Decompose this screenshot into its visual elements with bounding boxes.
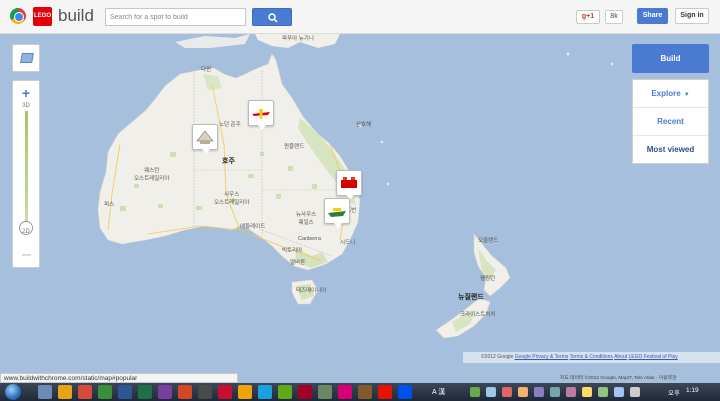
map-data-attribution[interactable]: 지도 데이터 ©2012 Google, MapIT, Tele Atlas -… (560, 374, 720, 383)
app-icon[interactable] (98, 385, 112, 399)
lego-brick-icon (341, 177, 357, 188)
tray-icon[interactable] (582, 387, 592, 397)
app-icon[interactable] (358, 385, 372, 399)
map-label-darwin: 다윈 (201, 67, 212, 73)
app-icon[interactable] (198, 385, 212, 399)
folder-icon[interactable] (58, 385, 72, 399)
about-link[interactable]: About (614, 354, 627, 360)
powerpoint-icon[interactable] (178, 385, 192, 399)
ime-indicator[interactable]: A 漢 (432, 387, 445, 397)
status-bar-url: www.buildwithchrome.com/static/map#popul… (0, 373, 238, 383)
tray-icon[interactable] (598, 387, 608, 397)
sign-in-button[interactable]: Sign in (675, 8, 709, 24)
tray-icon[interactable] (518, 387, 528, 397)
network-icon[interactable] (614, 387, 624, 397)
map-label-adelaide: 애들레이드 (240, 224, 266, 230)
map-label-nsw: 뉴사우스 웨일스 (296, 212, 317, 226)
map-label-melbourne: 멜버른 (290, 260, 306, 266)
windows-taskbar: A 漢 오후 1:19 (0, 383, 720, 401)
search-button[interactable] (252, 8, 292, 26)
app-icon[interactable] (378, 385, 392, 399)
build-marker[interactable] (248, 100, 274, 130)
caret-down-icon: ▼ (683, 92, 690, 98)
app-icon[interactable] (238, 385, 252, 399)
lego-plane-icon (252, 109, 270, 119)
app-icon[interactable] (338, 385, 352, 399)
build-marker[interactable] (192, 124, 218, 154)
explore-dropdown[interactable]: Explore ▼ (633, 80, 708, 108)
map-label-tasmania: 태즈메이니아 (296, 288, 327, 294)
copyright-text: ©2012 Google (481, 354, 514, 360)
explorer-icon[interactable] (38, 385, 52, 399)
explore-menu: Explore ▼ Recent Most viewed (632, 79, 709, 164)
clock-time[interactable]: 1:19 (686, 387, 699, 394)
app-icon[interactable] (318, 385, 332, 399)
map-label-wa: 웨스턴 오스트레일리아 (134, 168, 170, 182)
privacy-link[interactable]: Google Privacy & Terms (515, 354, 569, 360)
map-label-nt: 노던 준주 (219, 122, 241, 128)
chrome-logo-icon[interactable] (10, 8, 26, 24)
terms-link[interactable]: Terms & Conditions (570, 354, 613, 360)
map-label-sydney: 시드니 (340, 240, 356, 246)
app-icon[interactable] (298, 385, 312, 399)
app-icon[interactable] (158, 385, 172, 399)
map-label-canberra: Canberra (298, 236, 321, 242)
explore-label: Explore (651, 89, 681, 98)
cube-icon (20, 53, 34, 63)
map-label-coral-sea: 산호해 (356, 122, 372, 128)
app-icon[interactable] (258, 385, 272, 399)
map-label-nz: 뉴질랜드 (458, 294, 484, 301)
map-label-wellington: 웰링턴 (480, 276, 496, 282)
lego-logo[interactable]: LEGO (33, 7, 52, 26)
search-icon (268, 13, 278, 23)
top-bar: LEGO build g+1 8k Share Sign in (0, 0, 720, 34)
plus-one-count: 8k (605, 10, 623, 24)
zoom-label-3d: 3D (22, 103, 30, 109)
build-button[interactable]: Build (632, 44, 709, 73)
lego-building-icon (196, 130, 214, 144)
google-plus-one-button[interactable]: g+1 (576, 10, 600, 24)
map-label-victoria: 빅토리아 (282, 248, 303, 254)
build-marker[interactable] (336, 170, 362, 200)
brand-title[interactable]: build (58, 6, 94, 26)
map-label-sa: 사우스 오스트레일리아 (214, 192, 250, 206)
lego-boat-icon (328, 208, 346, 217)
start-button[interactable] (5, 384, 21, 400)
zoom-out-button[interactable] (22, 254, 31, 256)
share-button[interactable]: Share (637, 8, 668, 24)
tray-icon[interactable] (566, 387, 576, 397)
chrome-taskbar-icon[interactable] (78, 385, 92, 399)
tray-icon[interactable] (550, 387, 560, 397)
tray-icon[interactable] (486, 387, 496, 397)
zoom-in-button[interactable]: + (13, 85, 39, 101)
map-label-qld: 퀸즐랜드 (284, 144, 305, 150)
festival-link[interactable]: LEGO Festival of Play (629, 354, 678, 360)
map-label-auckland: 오클랜드 (478, 238, 499, 244)
map-label-christchurch: 크라이스트처치 (460, 312, 496, 318)
volume-icon[interactable] (630, 387, 640, 397)
zoom-label-2d: 2D (22, 229, 30, 235)
excel-icon[interactable] (138, 385, 152, 399)
zoom-track[interactable] (25, 111, 28, 223)
tray-icon[interactable] (470, 387, 480, 397)
map-view-toggle-button[interactable] (12, 44, 40, 72)
word-icon[interactable] (118, 385, 132, 399)
most-viewed-tab[interactable]: Most viewed (633, 136, 708, 164)
recent-tab[interactable]: Recent (633, 108, 708, 136)
clock-ampm: 오후 (668, 390, 680, 397)
app-icon[interactable] (218, 385, 232, 399)
app-icon[interactable] (398, 385, 412, 399)
app-icon[interactable] (278, 385, 292, 399)
map-label-australia: 호주 (222, 158, 235, 165)
tray-icon[interactable] (534, 387, 544, 397)
search-input[interactable] (105, 8, 246, 26)
zoom-control: + 3D 2D (12, 80, 40, 268)
build-marker[interactable] (324, 198, 350, 228)
map-label-perth: 퍼스 (104, 202, 115, 208)
map-label-png: 파푸아 뉴기니 (282, 36, 314, 42)
tray-icon[interactable] (502, 387, 512, 397)
footer-links: ©2012 Google Google Privacy & Terms Term… (463, 352, 720, 363)
world-map[interactable]: 파푸아 뉴기니 다윈 노던 준주 산호해 호주 퀸즐랜드 웨스턴 오스트레일리아… (0, 34, 720, 373)
